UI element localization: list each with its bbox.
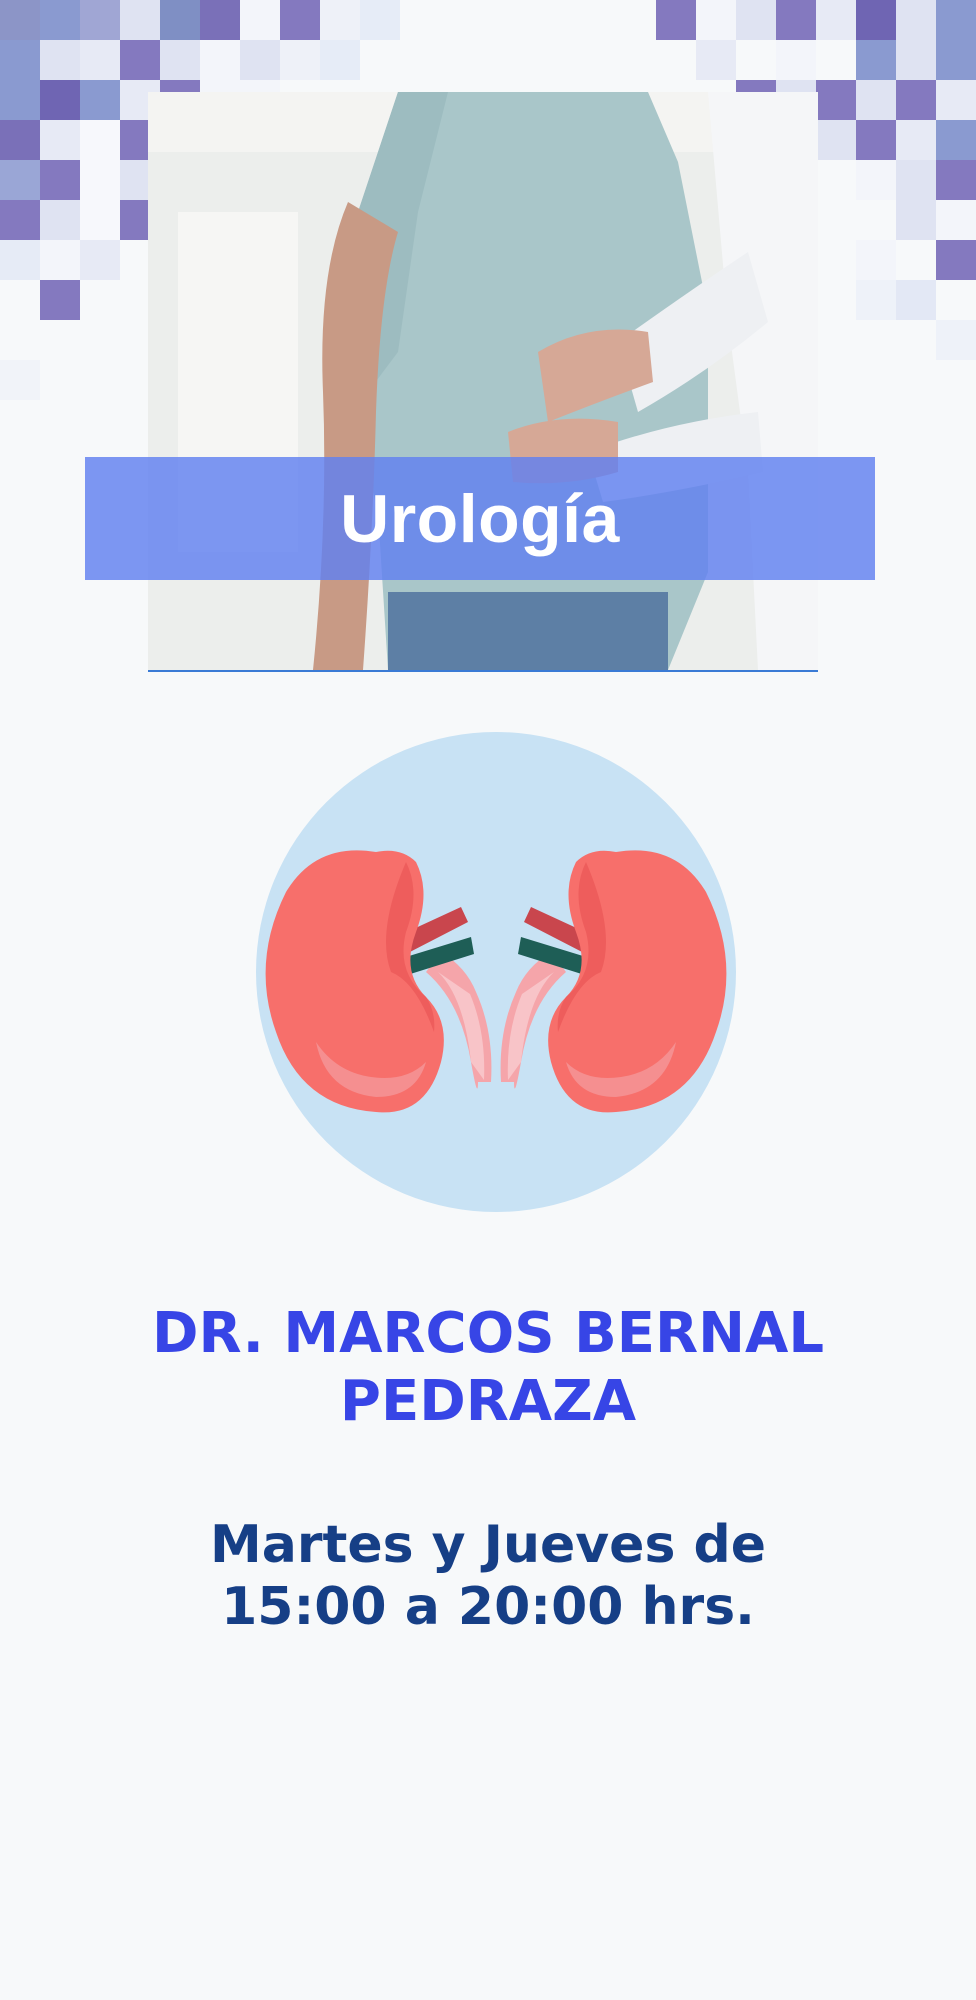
patient-back-pain-photo xyxy=(148,92,818,672)
schedule-line2: 15:00 a 20:00 hrs. xyxy=(221,1577,755,1637)
kidneys-icon xyxy=(256,732,736,1212)
doctor-name: DR. MARCOS BERNAL PEDRAZA xyxy=(0,1300,976,1436)
doctor-name-line1: DR. MARCOS BERNAL xyxy=(151,1301,825,1366)
specialty-title: Urología xyxy=(340,480,620,557)
poster: Urología DR. MARCOS BERNAL PEDRAZA Marte… xyxy=(0,0,976,2000)
schedule-text: Martes y Jueves de 15:00 a 20:00 hrs. xyxy=(0,1514,976,1638)
specialty-title-band: Urología xyxy=(85,457,875,580)
doctor-name-line2: PEDRAZA xyxy=(339,1369,637,1434)
schedule-line1: Martes y Jueves de xyxy=(209,1515,766,1575)
